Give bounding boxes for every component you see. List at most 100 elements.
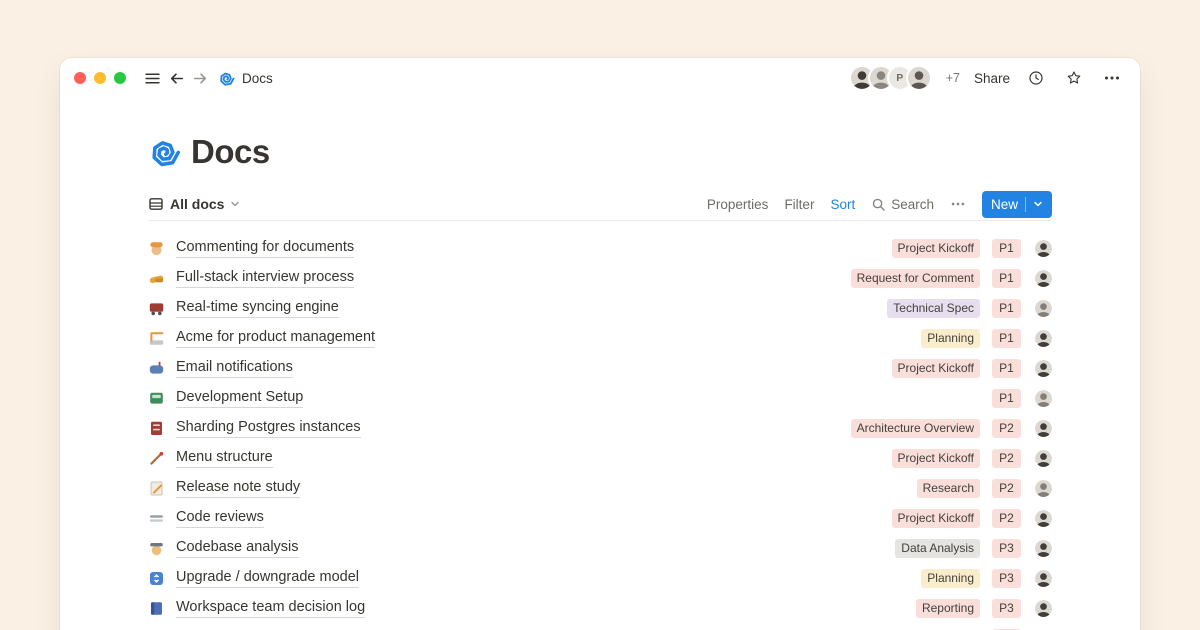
doc-row[interactable]: Development Setup P1 <box>148 383 1052 413</box>
search-button[interactable]: Search <box>871 197 934 212</box>
doc-title-link[interactable]: Code reviews <box>176 508 264 528</box>
priority-badge[interactable]: P2 <box>992 479 1021 498</box>
tag-badge[interactable]: Architecture Overview <box>851 419 980 438</box>
tag-badge[interactable]: Planning <box>921 569 980 588</box>
building-construction-icon <box>148 330 165 347</box>
close-window-button[interactable] <box>74 72 86 84</box>
tag-badge[interactable]: Project Kickoff <box>892 239 980 258</box>
properties-button[interactable]: Properties <box>707 197 769 212</box>
page-header: Docs <box>148 98 1052 170</box>
doc-title-link[interactable]: Acme for product management <box>176 328 375 348</box>
doc-row[interactable]: Workspace team decision log Reporting P3 <box>148 593 1052 623</box>
priority-badge[interactable]: P3 <box>992 599 1021 618</box>
assignee-avatar[interactable] <box>1035 330 1052 347</box>
breadcrumb[interactable]: Docs <box>218 70 273 87</box>
filter-button[interactable]: Filter <box>784 197 814 212</box>
notebook-icon <box>148 600 165 617</box>
share-button[interactable]: Share <box>974 71 1010 86</box>
priority-badge[interactable]: P2 <box>992 449 1021 468</box>
priority-badge[interactable]: P1 <box>992 239 1021 258</box>
assignee-avatar[interactable] <box>1035 360 1052 377</box>
minimize-window-button[interactable] <box>94 72 106 84</box>
assignee-avatar[interactable] <box>1035 450 1052 467</box>
more-ellipsis-icon[interactable] <box>1100 66 1124 90</box>
doc-title-link[interactable]: Release note study <box>176 478 300 498</box>
chevron-down-icon <box>1033 199 1043 209</box>
history-clock-icon[interactable] <box>1024 66 1048 90</box>
doc-row[interactable]: Commenting for documents Project Kickoff… <box>148 233 1052 263</box>
search-label: Search <box>891 197 934 212</box>
doc-row[interactable]: Release note study Research P2 <box>148 473 1052 503</box>
assignee-avatar[interactable] <box>1035 240 1052 257</box>
view-selector[interactable]: All docs <box>148 196 240 212</box>
priority-badge[interactable]: P1 <box>992 299 1021 318</box>
tag-badge[interactable]: Project Kickoff <box>892 449 980 468</box>
doc-row[interactable]: Menu structure Project Kickoff P2 <box>148 443 1052 473</box>
tag-badge[interactable]: Research <box>917 479 980 498</box>
construction-worker-icon <box>148 240 165 257</box>
doc-row[interactable]: Upgrade / downgrade model Planning P3 <box>148 563 1052 593</box>
window-titlebar: Docs P +7 Share <box>60 58 1140 98</box>
sort-button[interactable]: Sort <box>830 197 855 212</box>
doc-title-link[interactable]: Sharding Postgres instances <box>176 418 361 438</box>
doc-row[interactable]: Code reviews Project Kickoff P2 <box>148 503 1052 533</box>
collaborator-avatar-stack[interactable]: P <box>849 65 932 91</box>
tag-badge[interactable]: Project Kickoff <box>892 359 980 378</box>
tag-badge[interactable]: Reporting <box>916 599 980 618</box>
assignee-avatar[interactable] <box>1035 300 1052 317</box>
hamburger-menu-icon[interactable] <box>140 66 164 90</box>
priority-badge[interactable]: P3 <box>992 539 1021 558</box>
doc-title-link[interactable]: Workspace team decision log <box>176 598 365 618</box>
doc-row[interactable]: Real-time syncing engine Technical Spec … <box>148 293 1052 323</box>
priority-badge[interactable]: P1 <box>992 359 1021 378</box>
assignee-avatar[interactable] <box>1035 540 1052 557</box>
doc-row[interactable]: Sharding Postgres instances Architecture… <box>148 413 1052 443</box>
tag-badge[interactable]: Planning <box>921 329 980 348</box>
assignee-avatar[interactable] <box>1035 270 1052 287</box>
priority-badge[interactable]: P2 <box>992 419 1021 438</box>
collaborator-avatar[interactable] <box>906 65 932 91</box>
more-ellipsis-icon[interactable] <box>950 196 966 212</box>
doc-title-link[interactable]: Menu structure <box>176 448 273 468</box>
doc-title-link[interactable]: Email notifications <box>176 358 293 378</box>
doc-row[interactable]: Full-stack interview process Request for… <box>148 263 1052 293</box>
doc-title-link[interactable]: Upgrade / downgrade model <box>176 568 359 588</box>
assignee-avatar[interactable] <box>1035 570 1052 587</box>
file-cabinet-icon <box>148 420 165 437</box>
priority-badge[interactable]: P1 <box>992 329 1021 348</box>
priority-badge[interactable]: P2 <box>992 509 1021 528</box>
doc-title-link[interactable]: Commenting for documents <box>176 238 354 258</box>
memo-icon <box>148 480 165 497</box>
priority-badge[interactable]: P1 <box>992 389 1021 408</box>
doc-row[interactable]: Codebase analysis Data Analysis P3 <box>148 533 1052 563</box>
tag-badge[interactable]: Project Kickoff <box>892 509 980 528</box>
forward-arrow-icon[interactable] <box>188 66 212 90</box>
notion-logo-icon <box>218 70 235 87</box>
new-doc-button[interactable]: New <box>982 191 1052 218</box>
tag-badge[interactable]: Data Analysis <box>895 539 980 558</box>
doc-title-link[interactable]: Codebase analysis <box>176 538 299 558</box>
assignee-avatar[interactable] <box>1035 600 1052 617</box>
doc-row[interactable]: Acme for product management Planning P1 <box>148 323 1052 353</box>
avatar-overflow-count[interactable]: +7 <box>946 71 960 85</box>
doc-title-link[interactable]: Development Setup <box>176 388 303 408</box>
back-arrow-icon[interactable] <box>164 66 188 90</box>
favorite-star-icon[interactable] <box>1062 66 1086 90</box>
doc-title-link[interactable]: Real-time syncing engine <box>176 298 339 318</box>
up-down-arrows-icon <box>148 570 165 587</box>
assignee-avatar[interactable] <box>1035 420 1052 437</box>
assignee-avatar[interactable] <box>1035 510 1052 527</box>
railway-car-icon <box>148 390 165 407</box>
doc-row[interactable]: Email notifications Project Kickoff P1 <box>148 353 1052 383</box>
priority-badge[interactable]: P1 <box>992 269 1021 288</box>
doc-row[interactable]: Performance feedback P3 <box>148 623 1052 630</box>
assignee-avatar[interactable] <box>1035 480 1052 497</box>
doc-title-link[interactable]: Full-stack interview process <box>176 268 354 288</box>
button-divider <box>1025 197 1026 212</box>
tag-badge[interactable]: Technical Spec <box>887 299 980 318</box>
zoom-window-button[interactable] <box>114 72 126 84</box>
priority-badge[interactable]: P3 <box>992 569 1021 588</box>
table-view-icon <box>148 196 164 212</box>
assignee-avatar[interactable] <box>1035 390 1052 407</box>
tag-badge[interactable]: Request for Comment <box>851 269 980 288</box>
